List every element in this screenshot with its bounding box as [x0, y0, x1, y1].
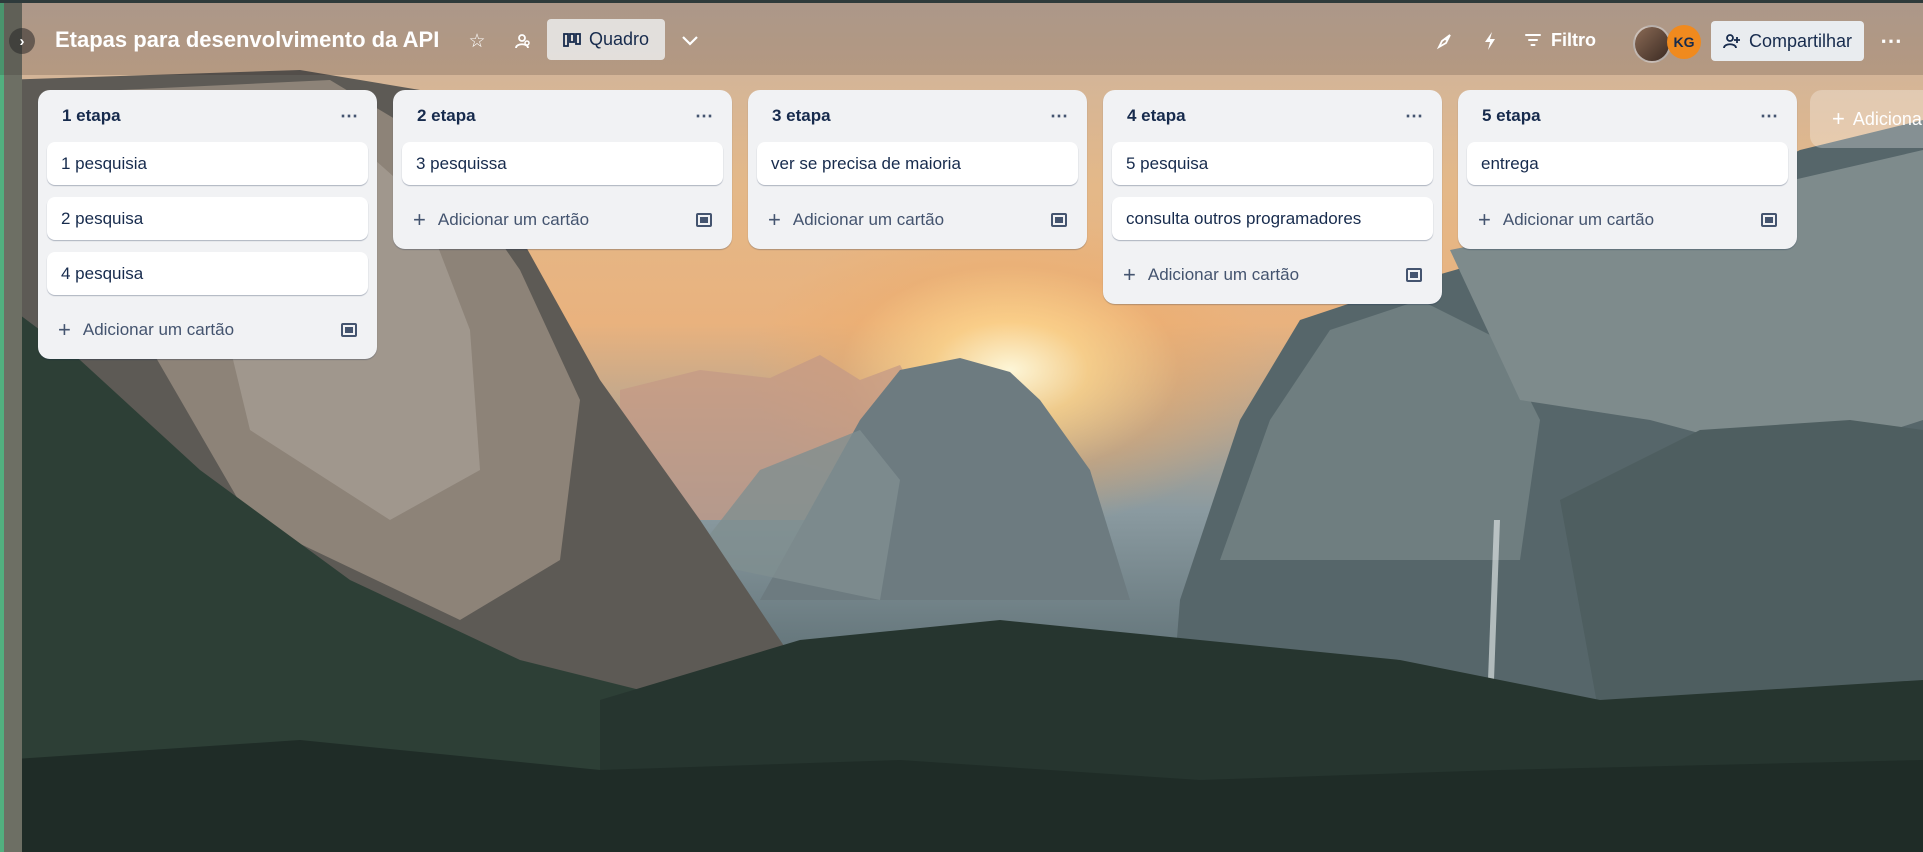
- card[interactable]: ver se precisa de maioria: [757, 142, 1078, 185]
- board-menu-button[interactable]: ⋯: [1874, 25, 1908, 57]
- view-switch-button[interactable]: [675, 26, 705, 56]
- list-menu-button[interactable]: ⋯: [1050, 106, 1069, 127]
- list-column[interactable]: 4 etapa ⋯ 5 pesquisa consulta outros pro…: [1103, 90, 1442, 304]
- card[interactable]: 1 pesquisia: [47, 142, 368, 185]
- card-list: ver se precisa de maioria: [748, 142, 1087, 185]
- list-header: 3 etapa ⋯: [748, 90, 1087, 142]
- card-template-icon[interactable]: [341, 323, 357, 337]
- card[interactable]: 5 pesquisa: [1112, 142, 1433, 185]
- list-title[interactable]: 4 etapa: [1127, 106, 1186, 126]
- automation-button[interactable]: [1475, 26, 1505, 56]
- card-list: 5 pesquisa consulta outros programadores: [1103, 142, 1442, 240]
- chevron-down-icon: [682, 36, 698, 46]
- add-card-label: Adicionar um cartão: [437, 210, 590, 229]
- card-list: entrega: [1458, 142, 1797, 185]
- card[interactable]: consulta outros programadores: [1112, 197, 1433, 240]
- workspace-color-bar: [0, 0, 4, 852]
- card-list: 3 pesquissa: [393, 142, 732, 185]
- plus-icon: +: [58, 317, 71, 342]
- list-header: 5 etapa ⋯: [1458, 90, 1797, 142]
- rocket-icon: [1436, 34, 1451, 50]
- add-card-row: + Adicionar um cartão: [748, 197, 1087, 249]
- list-header: 1 etapa ⋯: [38, 90, 377, 142]
- list-column[interactable]: 3 etapa ⋯ ver se precisa de maioria + Ad…: [748, 90, 1087, 249]
- add-card-row: + Adicionar um cartão: [1458, 197, 1797, 249]
- more-dots-icon: ⋯: [1880, 28, 1902, 53]
- member-avatar-initials[interactable]: KG: [1667, 25, 1701, 59]
- workspace-visibility-icon: [515, 34, 530, 49]
- add-card-label: Adicionar um cartão: [792, 210, 945, 229]
- add-list-label: Adiciona: [1852, 108, 1922, 129]
- board-view-label: Quadro: [588, 29, 650, 49]
- list-column[interactable]: 2 etapa ⋯ 3 pesquissa + Adicionar um car…: [393, 90, 732, 249]
- add-card-button[interactable]: + Adicionar um cartão: [413, 209, 589, 231]
- add-card-row: + Adicionar um cartão: [1103, 252, 1442, 304]
- lightning-icon: [1485, 32, 1495, 50]
- add-card-label: Adicionar um cartão: [1502, 210, 1655, 229]
- filter-icon: [1525, 34, 1541, 46]
- plus-icon: +: [1123, 262, 1136, 287]
- add-card-button[interactable]: + Adicionar um cartão: [1123, 264, 1299, 286]
- card-list: 1 pesquisia 2 pesquisa 4 pesquisa: [38, 142, 377, 295]
- card-template-icon[interactable]: [1406, 268, 1422, 282]
- add-card-button[interactable]: + Adicionar um cartão: [1478, 209, 1654, 231]
- plus-icon: +: [1478, 207, 1491, 232]
- card[interactable]: 4 pesquisa: [47, 252, 368, 295]
- sidebar-strip: [0, 0, 22, 852]
- add-card-label: Adicionar um cartão: [82, 320, 235, 339]
- filter-button[interactable]: Filtro: [1525, 23, 1596, 57]
- share-label: Compartilhar: [1748, 30, 1853, 51]
- add-person-icon: [1723, 34, 1740, 49]
- card[interactable]: entrega: [1467, 142, 1788, 185]
- add-card-button[interactable]: + Adicionar um cartão: [768, 209, 944, 231]
- list-menu-button[interactable]: ⋯: [695, 106, 714, 127]
- member-avatar-photo[interactable]: [1633, 25, 1671, 63]
- power-ups-button[interactable]: [1430, 26, 1460, 56]
- list-title[interactable]: 5 etapa: [1482, 106, 1541, 126]
- add-card-label: Adicionar um cartão: [1147, 265, 1300, 284]
- share-button[interactable]: Compartilhar: [1711, 21, 1864, 61]
- add-card-row: + Adicionar um cartão: [38, 307, 377, 359]
- card-template-icon[interactable]: [1761, 213, 1777, 227]
- add-card-button[interactable]: + Adicionar um cartão: [58, 319, 234, 341]
- list-title[interactable]: 2 etapa: [417, 106, 476, 126]
- list-title[interactable]: 3 etapa: [772, 106, 831, 126]
- list-column[interactable]: 5 etapa ⋯ entrega + Adicionar um cartão: [1458, 90, 1797, 249]
- list-menu-button[interactable]: ⋯: [1405, 106, 1424, 127]
- star-button[interactable]: ☆: [462, 26, 492, 56]
- card[interactable]: 3 pesquissa: [402, 142, 723, 185]
- add-card-row: + Adicionar um cartão: [393, 197, 732, 249]
- expand-sidebar-button[interactable]: ›: [9, 28, 35, 54]
- board-title[interactable]: Etapas para desenvolvimento da API: [55, 27, 439, 53]
- visibility-button[interactable]: [507, 26, 537, 56]
- plus-icon: +: [413, 207, 426, 232]
- list-header: 4 etapa ⋯: [1103, 90, 1442, 142]
- chevron-right-icon: ›: [19, 32, 25, 50]
- list-menu-button[interactable]: ⋯: [340, 106, 359, 127]
- card[interactable]: 2 pesquisa: [47, 197, 368, 240]
- add-list-button[interactable]: + Adiciona: [1810, 90, 1923, 148]
- filter-label: Filtro: [1551, 29, 1596, 50]
- board-view-icon: [563, 32, 581, 47]
- plus-icon: +: [1832, 106, 1845, 131]
- list-menu-button[interactable]: ⋯: [1760, 106, 1779, 127]
- board-view-button[interactable]: Quadro: [547, 19, 665, 60]
- star-icon: ☆: [468, 30, 486, 52]
- list-header: 2 etapa ⋯: [393, 90, 732, 142]
- board-header: › Etapas para desenvolvimento da API ☆ Q…: [0, 3, 1923, 75]
- list-column[interactable]: 1 etapa ⋯ 1 pesquisia 2 pesquisa 4 pesqu…: [38, 90, 377, 359]
- plus-icon: +: [768, 207, 781, 232]
- list-title[interactable]: 1 etapa: [62, 106, 121, 126]
- card-template-icon[interactable]: [696, 213, 712, 227]
- card-template-icon[interactable]: [1051, 213, 1067, 227]
